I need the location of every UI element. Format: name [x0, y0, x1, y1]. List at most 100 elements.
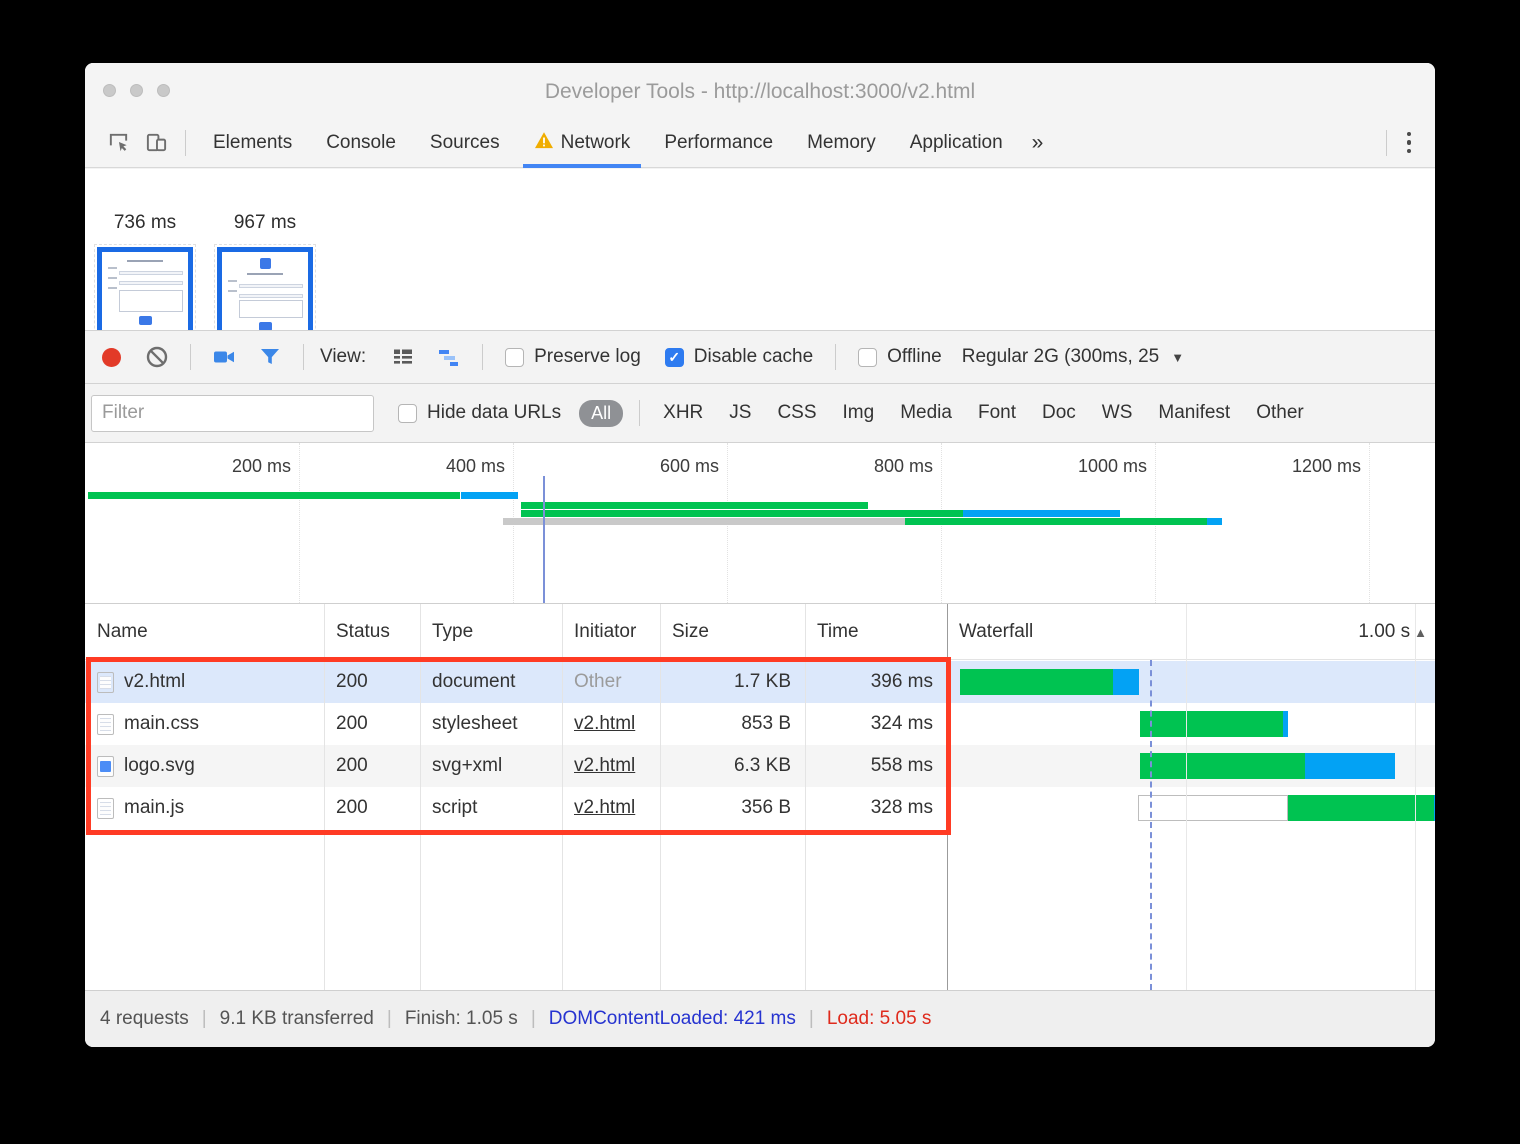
- check-icon: ✓: [665, 348, 684, 367]
- column-divider[interactable]: [660, 604, 661, 990]
- overview-bar-main-css: [85, 502, 1435, 509]
- filter-type-xhr[interactable]: XHR: [663, 402, 703, 424]
- preserve-log-checkbox[interactable]: Preserve log: [505, 346, 641, 368]
- filmstrip-panel: 736 ms 967 ms: [85, 169, 1435, 330]
- hide-data-urls-checkbox[interactable]: Hide data URLs: [398, 402, 561, 424]
- window-title: Developer Tools - http://localhost:3000/…: [85, 63, 1435, 118]
- waterfall-view-icon[interactable]: [437, 345, 461, 369]
- waterfall-bar[interactable]: [947, 795, 1435, 821]
- record-button[interactable]: [102, 348, 121, 367]
- large-request-rows-icon[interactable]: [391, 345, 415, 369]
- document-file-icon: [97, 798, 114, 819]
- filter-type-js[interactable]: JS: [729, 402, 751, 424]
- tab-sources[interactable]: Sources: [413, 118, 517, 168]
- column-header-name[interactable]: Name: [85, 604, 324, 659]
- tab-console[interactable]: Console: [309, 118, 413, 168]
- column-header-type[interactable]: Type: [420, 604, 562, 659]
- column-header-size[interactable]: Size: [660, 604, 805, 659]
- waterfall-bar[interactable]: [947, 753, 1435, 779]
- tab-performance[interactable]: Performance: [647, 118, 790, 168]
- filter-input[interactable]: [91, 395, 374, 432]
- status-bar: 4 requests | 9.1 KB transferred | Finish…: [85, 990, 1435, 1047]
- table-row[interactable]: main.css 200 stylesheet v2.html 853 B 32…: [85, 703, 1435, 745]
- table-row[interactable]: main.js 200 script v2.html 356 B 328 ms: [85, 787, 1435, 829]
- divider: [190, 344, 191, 370]
- network-toolbar: View: Preserve log ✓Disable cache Offlin…: [85, 330, 1435, 384]
- frame-timestamp: 967 ms: [205, 212, 325, 234]
- tab-network[interactable]: Network: [517, 118, 648, 168]
- filter-type-css[interactable]: CSS: [777, 402, 816, 424]
- request-count: 4 requests: [100, 1008, 189, 1030]
- clear-button[interactable]: [145, 345, 169, 369]
- devtools-tabbar: Elements Console Sources Network Perform…: [85, 118, 1435, 168]
- initiator-link[interactable]: v2.html: [574, 797, 635, 819]
- initiator-link[interactable]: v2.html: [574, 713, 635, 735]
- device-toolbar-icon[interactable]: [143, 130, 169, 156]
- caret-down-icon: ▼: [1171, 350, 1184, 365]
- sort-ascending-icon: ▲: [1414, 625, 1427, 640]
- finish-time: Finish: 1.05 s: [405, 1008, 518, 1030]
- waterfall-scale: 1.00 s ▲: [1358, 604, 1427, 660]
- column-header-waterfall[interactable]: Waterfall 1.00 s ▲: [947, 604, 1435, 659]
- dom-content-loaded-line: [1150, 660, 1152, 990]
- document-file-icon: [97, 672, 114, 693]
- tab-elements[interactable]: Elements: [196, 118, 309, 168]
- table-row[interactable]: logo.svg 200 svg+xml v2.html 6.3 KB 558 …: [85, 745, 1435, 787]
- filter-type-font[interactable]: Font: [978, 402, 1016, 424]
- column-divider[interactable]: [805, 604, 806, 990]
- view-label: View:: [320, 346, 366, 368]
- warning-icon: [534, 131, 554, 155]
- filter-type-manifest[interactable]: Manifest: [1158, 402, 1230, 424]
- waterfall-gridline: [1415, 604, 1416, 990]
- filter-icon[interactable]: [258, 345, 282, 369]
- frame-timestamp: 736 ms: [85, 212, 205, 234]
- transferred-size: 9.1 KB transferred: [220, 1008, 374, 1030]
- filter-type-doc[interactable]: Doc: [1042, 402, 1076, 424]
- column-header-time[interactable]: Time: [805, 604, 947, 659]
- dom-content-loaded-time: DOMContentLoaded: 421 ms: [549, 1008, 796, 1030]
- overview-bar-main-js: [85, 518, 1435, 525]
- column-divider[interactable]: [324, 604, 325, 990]
- overview-bar-v2-html: [85, 492, 1435, 499]
- divider: [303, 344, 304, 370]
- disable-cache-checkbox[interactable]: ✓Disable cache: [665, 346, 813, 368]
- waterfall-bar[interactable]: [947, 669, 1435, 695]
- throttling-select[interactable]: Regular 2G (300ms, 25 ▼: [962, 346, 1184, 368]
- dom-content-loaded-marker: [543, 476, 545, 603]
- more-tabs-button[interactable]: »: [1020, 131, 1056, 155]
- waterfall-gridline: [1186, 604, 1187, 990]
- divider: [185, 130, 186, 156]
- titlebar: Developer Tools - http://localhost:3000/…: [85, 63, 1435, 118]
- devtools-window: Developer Tools - http://localhost:3000/…: [85, 63, 1435, 1047]
- filter-type-other[interactable]: Other: [1256, 402, 1304, 424]
- inspect-element-icon[interactable]: [105, 130, 131, 156]
- column-header-status[interactable]: Status: [324, 604, 420, 659]
- waterfall-bar[interactable]: [947, 711, 1435, 737]
- column-divider[interactable]: [562, 604, 563, 990]
- network-overview[interactable]: 200 ms 400 ms 600 ms 800 ms 1000 ms 1200…: [85, 443, 1435, 604]
- divider: [482, 344, 483, 370]
- document-file-icon: [97, 714, 114, 735]
- table-header: Name Status Type Initiator Size Time Wat…: [85, 604, 1435, 660]
- column-header-initiator[interactable]: Initiator: [562, 604, 660, 659]
- capture-screenshots-icon[interactable]: [212, 345, 236, 369]
- tab-application[interactable]: Application: [893, 118, 1020, 168]
- initiator-link[interactable]: v2.html: [574, 755, 635, 777]
- filter-type-img[interactable]: Img: [843, 402, 875, 424]
- overview-bar-logo-svg: [85, 510, 1435, 517]
- filter-type-media[interactable]: Media: [900, 402, 952, 424]
- image-file-icon: [97, 756, 114, 777]
- table-row[interactable]: v2.html 200 document Other 1.7 KB 396 ms: [85, 661, 1435, 703]
- tab-memory[interactable]: Memory: [790, 118, 893, 168]
- divider: [1386, 130, 1387, 156]
- devtools-menu-button[interactable]: [1397, 132, 1422, 154]
- waterfall-column-divider[interactable]: [947, 604, 948, 990]
- filter-type-all[interactable]: All: [579, 400, 623, 427]
- column-divider[interactable]: [420, 604, 421, 990]
- filter-bar: Hide data URLs All XHR JS CSS Img Media …: [85, 384, 1435, 443]
- requests-table: Name Status Type Initiator Size Time Wat…: [85, 604, 1435, 990]
- divider: [639, 400, 640, 426]
- offline-checkbox[interactable]: Offline: [858, 346, 942, 368]
- filter-type-ws[interactable]: WS: [1102, 402, 1133, 424]
- load-time: Load: 5.05 s: [827, 1008, 932, 1030]
